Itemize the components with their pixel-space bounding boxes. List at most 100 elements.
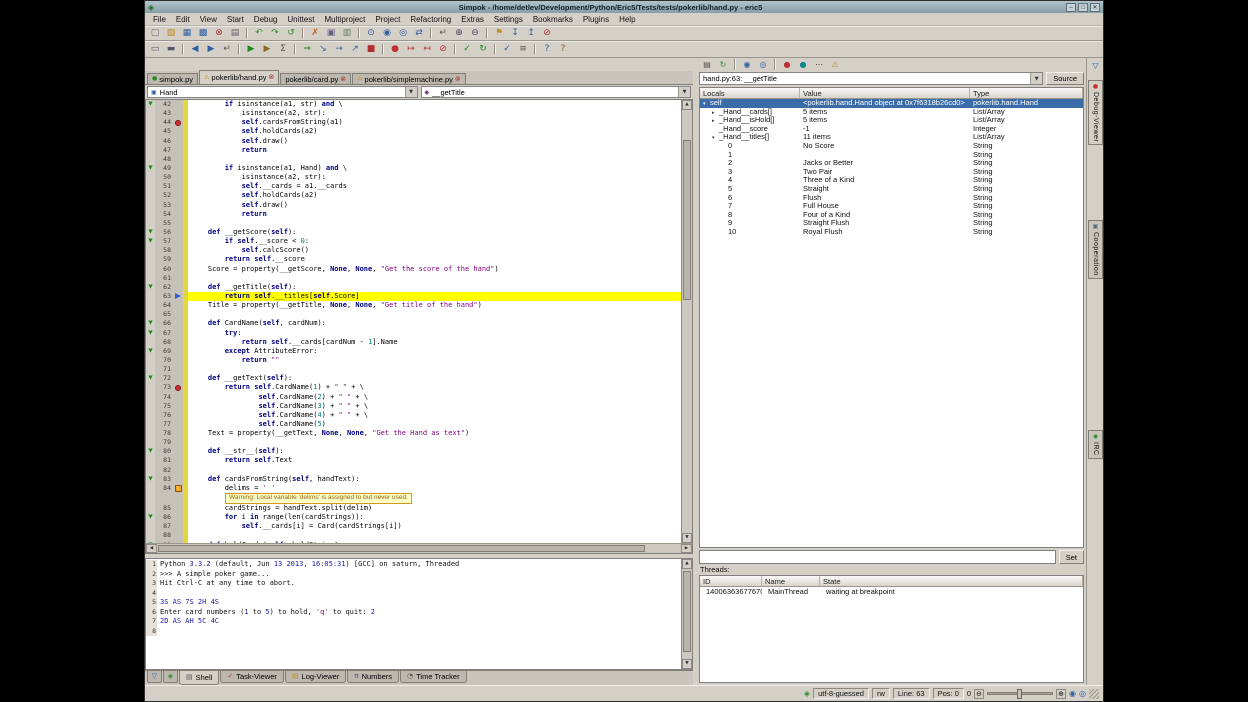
new-window-icon[interactable]: ▭ xyxy=(147,43,163,56)
marker-margin[interactable] xyxy=(173,228,183,237)
bookmark-prev-icon[interactable]: ↥ xyxy=(523,27,539,40)
close-tab-icon[interactable]: ⊗ xyxy=(455,76,461,83)
locals-row[interactable]: 3Two PairString xyxy=(700,168,1083,177)
breakpoint-marker[interactable] xyxy=(175,385,181,391)
marker-margin[interactable] xyxy=(173,466,183,475)
tab-task-viewer[interactable]: ✓Task-Viewer xyxy=(220,671,284,683)
minimize-button[interactable]: – xyxy=(1066,3,1076,12)
whatsthis-icon[interactable]: ? xyxy=(555,43,571,56)
locals-row[interactable]: 10Royal FlushString xyxy=(700,228,1083,237)
search-prev-icon[interactable]: ◎ xyxy=(395,27,411,40)
fold-arrow-icon[interactable]: ▼ xyxy=(146,228,155,237)
copy-icon[interactable]: ▣ xyxy=(323,27,339,40)
file-tab[interactable]: ⚠pokerlib/hand.py⊗ xyxy=(199,70,279,84)
marker-margin[interactable] xyxy=(173,283,183,292)
side-tab-irc[interactable]: ◉IRC xyxy=(1088,430,1103,459)
marker-margin[interactable] xyxy=(173,420,183,429)
menu-bookmarks[interactable]: Bookmarks xyxy=(528,15,578,24)
stop-icon[interactable]: ■ xyxy=(363,43,379,56)
code-area[interactable]: ▼42 if isinstance(a1, str) and \43 isins… xyxy=(146,100,681,543)
marker-margin[interactable] xyxy=(173,475,183,484)
locals-row[interactable]: ▸_Hand__isHold[]5 itemsList/Array xyxy=(700,116,1083,125)
refresh-icon[interactable]: ↻ xyxy=(715,59,731,71)
class-combo[interactable]: ▣ Hand ▼ xyxy=(147,86,418,98)
revert-icon[interactable]: ↺ xyxy=(283,27,299,40)
fold-arrow-icon[interactable]: ▼ xyxy=(146,329,155,338)
editor-horizontal-scrollbar[interactable]: ◀ ▶ xyxy=(145,543,693,554)
profile-script-icon[interactable]: Σ xyxy=(275,43,291,56)
marker-margin[interactable] xyxy=(173,310,183,319)
continue-icon[interactable]: ⇒ xyxy=(299,43,315,56)
marker-margin[interactable] xyxy=(173,447,183,456)
prev-breakpoint-icon[interactable]: ↤ xyxy=(419,43,435,56)
chevron-down-icon[interactable]: ▼ xyxy=(405,87,417,97)
magnifier-in-icon[interactable]: ◉ xyxy=(1069,689,1076,698)
marker-margin[interactable] xyxy=(173,438,183,447)
locals-row[interactable]: 0No ScoreString xyxy=(700,142,1083,151)
bookmark-next-icon[interactable]: ↧ xyxy=(507,27,523,40)
marker-margin[interactable] xyxy=(173,237,183,246)
maximize-button[interactable]: □ xyxy=(1078,3,1088,12)
menu-refactoring[interactable]: Refactoring xyxy=(405,15,456,24)
search-next-icon[interactable]: ◉ xyxy=(379,27,395,40)
shell-output[interactable]: 1Python 3.3.2 (default, Jun 13 2013, 16:… xyxy=(146,559,681,669)
menu-settings[interactable]: Settings xyxy=(489,15,528,24)
redo-icon[interactable]: ↷ xyxy=(267,27,283,40)
method-combo[interactable]: ◆ __getTitle ▼ xyxy=(421,86,692,98)
close-window-icon[interactable]: ▬ xyxy=(163,43,179,56)
scroll-thumb[interactable] xyxy=(683,571,691,652)
locals-header-locals[interactable]: Locals xyxy=(700,88,800,98)
marker-margin[interactable] xyxy=(173,164,183,173)
marker-margin[interactable] xyxy=(173,210,183,219)
locals-row[interactable]: 4Three of a KindString xyxy=(700,176,1083,185)
fold-arrow-icon[interactable]: ▼ xyxy=(146,319,155,328)
locals-row[interactable]: 5StraightString xyxy=(700,185,1083,194)
locals-header-value[interactable]: Value xyxy=(800,88,970,98)
locals-header-type[interactable]: Type xyxy=(970,88,1083,98)
locals-row[interactable]: ▾self<pokerlib.hand.Hand object at 0x7f6… xyxy=(700,99,1083,108)
file-tab[interactable]: pokerlib/card.py⊗ xyxy=(280,73,351,84)
replace-icon[interactable]: ⇄ xyxy=(411,27,427,40)
menu-view[interactable]: View xyxy=(195,15,222,24)
clear-breakpoints-icon[interactable]: ⊘ xyxy=(435,43,451,56)
scroll-track[interactable] xyxy=(157,544,681,553)
marker-margin[interactable] xyxy=(173,155,183,164)
marker-margin[interactable] xyxy=(173,173,183,182)
marker-margin[interactable] xyxy=(173,531,183,540)
threads-header-name[interactable]: Name xyxy=(762,576,820,586)
marker-margin[interactable] xyxy=(173,274,183,283)
autocomplete-icon[interactable]: ≡ xyxy=(515,43,531,56)
close-icon[interactable]: ⊗ xyxy=(211,27,227,40)
menu-unittest[interactable]: Unittest xyxy=(282,15,319,24)
marker-margin[interactable] xyxy=(173,329,183,338)
marker-margin[interactable] xyxy=(173,402,183,411)
fold-arrow-icon[interactable]: ▼ xyxy=(146,513,155,522)
set-button[interactable]: Set xyxy=(1059,550,1084,564)
marker-margin[interactable]: ! xyxy=(173,484,183,493)
marker-margin[interactable] xyxy=(173,522,183,531)
marker-margin[interactable] xyxy=(173,393,183,402)
step-out-icon[interactable]: ↗ xyxy=(347,43,363,56)
menu-debug[interactable]: Debug xyxy=(249,15,283,24)
titlebar[interactable]: ◈ Simpok - /home/detlev/Development/Pyth… xyxy=(145,1,1103,13)
stop-debug-icon[interactable]: ● xyxy=(779,59,795,71)
print-icon[interactable]: ▤ xyxy=(227,27,243,40)
close-button[interactable]: ✕ xyxy=(1090,3,1100,12)
menu-file[interactable]: File xyxy=(148,15,171,24)
save-all-icon[interactable]: ▩ xyxy=(195,27,211,40)
locals-row[interactable]: 6FlushString xyxy=(700,194,1083,203)
marker-margin[interactable] xyxy=(173,127,183,136)
marker-margin[interactable] xyxy=(173,456,183,465)
file-tab[interactable]: ●simpok.py xyxy=(147,73,198,84)
menu-plugins[interactable]: Plugins xyxy=(578,15,614,24)
marker-margin[interactable] xyxy=(173,146,183,155)
save-icon[interactable]: ▦ xyxy=(179,27,195,40)
expand-arrow-icon[interactable]: ▾ xyxy=(703,100,710,108)
paste-icon[interactable]: ▥ xyxy=(339,27,355,40)
zoom-slider[interactable] xyxy=(987,692,1053,695)
scroll-up-icon[interactable]: ▲ xyxy=(682,100,692,110)
marker-margin[interactable] xyxy=(173,265,183,274)
marker-margin[interactable] xyxy=(173,374,183,383)
zoom-in-icon[interactable]: ⊕ xyxy=(1056,689,1066,699)
close-tab-icon[interactable]: ⊗ xyxy=(340,76,346,83)
